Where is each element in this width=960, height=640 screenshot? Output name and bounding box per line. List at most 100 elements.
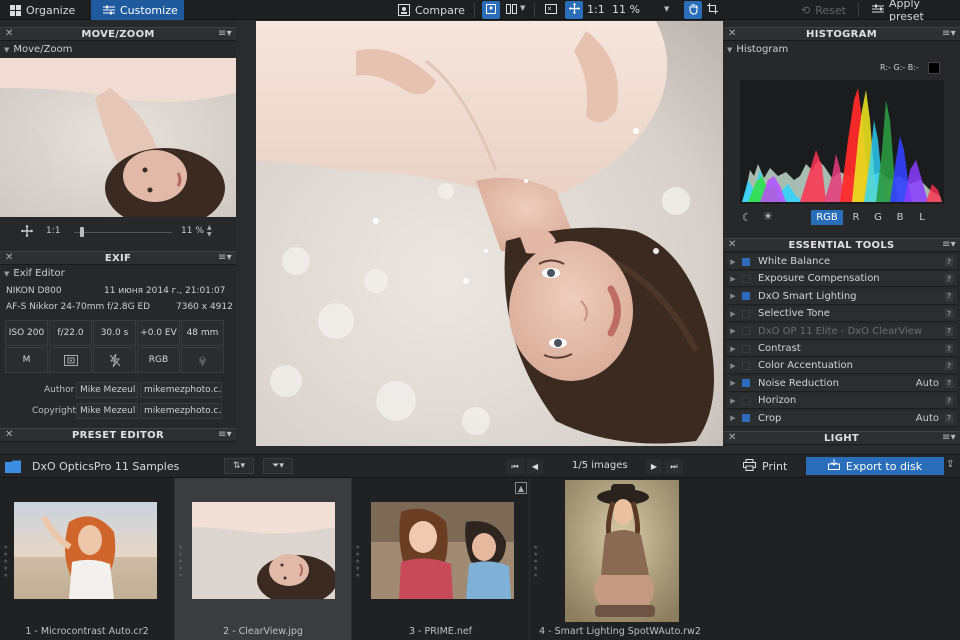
tool-enable-checkbox[interactable] (742, 257, 750, 266)
histogram-subheader[interactable]: ▼ Histogram (727, 44, 788, 55)
reset-button[interactable]: ⟲ Reset (795, 0, 852, 20)
tool-enable-checkbox[interactable] (742, 379, 750, 388)
tool-enable-checkbox[interactable] (742, 274, 750, 283)
zoom-slider-handle[interactable] (80, 227, 84, 237)
histogram-panel-header[interactable]: ✕ HISTOGRAM ≡▾ (723, 27, 960, 41)
apply-preset-button[interactable]: Apply preset (866, 0, 960, 23)
thumbnail-image[interactable] (565, 480, 679, 622)
tool-enable-checkbox[interactable] (742, 309, 750, 318)
move-zoom-panel-header[interactable]: ✕ MOVE/ZOOM ≡▾ (0, 27, 236, 41)
expand-arrow-icon[interactable]: ▶ (727, 362, 739, 370)
zoom-level-select[interactable]: 11 % (612, 3, 640, 16)
expand-arrow-icon[interactable]: ▶ (727, 414, 739, 422)
export-to-disk-button[interactable]: Export to disk (806, 457, 944, 475)
navigator-ratio-button[interactable]: 1:1 (46, 226, 60, 236)
close-icon[interactable]: ✕ (728, 432, 737, 443)
expand-arrow-icon[interactable]: ▶ (727, 379, 739, 387)
single-view-button[interactable] (482, 1, 500, 19)
tool-row[interactable]: ▶ DxO OP 11 Elite - DxO ClearView? (727, 323, 957, 340)
navigator-preview-image[interactable] (0, 58, 236, 217)
channel-rgb-button[interactable]: RGB (811, 210, 843, 225)
expand-arrow-icon[interactable]: ▶ (727, 327, 739, 335)
tool-enable-checkbox[interactable] (742, 327, 750, 336)
print-button[interactable]: Print (737, 458, 793, 475)
expand-arrow-icon[interactable]: ▶ (727, 310, 739, 318)
channel-r-button[interactable]: R (847, 210, 865, 225)
tool-row[interactable]: ▶ White Balance? (727, 254, 957, 270)
author-url-field[interactable]: mikemezphoto.c… (140, 382, 222, 398)
help-icon[interactable]: ? (945, 396, 953, 406)
panel-menu-icon[interactable]: ≡▾ (218, 28, 232, 39)
tool-row[interactable]: ▶ Noise Reduction Auto? (727, 375, 957, 392)
channel-g-button[interactable]: G (869, 210, 887, 225)
zoom-stepper[interactable]: ▲ ▼ (207, 224, 212, 238)
organize-tab[interactable]: Organize (4, 0, 81, 20)
share-icon[interactable]: ⇪ (946, 459, 954, 470)
exif-panel-header[interactable]: ✕ EXIF ≡▾ (0, 251, 236, 265)
expand-arrow-icon[interactable]: ▶ (727, 292, 739, 300)
customize-tab[interactable]: Customize (91, 0, 184, 20)
tool-enable-checkbox[interactable] (742, 292, 750, 301)
help-icon[interactable]: ? (945, 291, 953, 301)
thumbnail-image[interactable] (14, 502, 157, 599)
close-icon[interactable]: ✕ (728, 28, 737, 39)
tool-enable-checkbox[interactable] (742, 396, 750, 405)
expand-arrow-icon[interactable]: ▶ (727, 397, 739, 405)
thumbnail-image[interactable] (371, 502, 514, 599)
fit-screen-button[interactable] (542, 1, 560, 19)
sun-icon[interactable]: ☀ (763, 210, 773, 223)
panel-menu-icon[interactable]: ≡▾ (942, 432, 956, 443)
expand-arrow-icon[interactable]: ▶ (727, 345, 739, 353)
tool-row[interactable]: ▶ Color Accentuation? (727, 358, 957, 375)
close-icon[interactable]: ✕ (728, 239, 737, 250)
exif-editor-subheader[interactable]: ▼ Exif Editor (4, 268, 65, 279)
help-icon[interactable]: ? (945, 309, 953, 319)
rating-stars[interactable]: ★ ★ ★ ★ ★ (533, 544, 538, 579)
previous-image-button[interactable]: ◀ (527, 459, 543, 474)
next-image-button[interactable]: ▶ (646, 459, 662, 474)
help-icon[interactable]: ? (945, 344, 953, 353)
help-icon[interactable]: ? (945, 326, 953, 336)
help-icon[interactable]: ? (945, 413, 953, 423)
close-icon[interactable]: ✕ (5, 252, 14, 263)
help-icon[interactable]: ? (945, 378, 953, 388)
panel-menu-icon[interactable]: ≡▾ (942, 28, 956, 39)
tool-enable-checkbox[interactable] (742, 361, 750, 370)
channel-b-button[interactable]: B (891, 210, 909, 225)
thumbnail-cell[interactable]: ▲ ★ ★ ★ ★ ★ 3 - PRIME.nef (352, 478, 530, 640)
expand-arrow-icon[interactable]: ▶ (727, 275, 739, 283)
author-field[interactable]: Mike Mezeul II (76, 382, 138, 398)
tool-row[interactable]: ▶ Horizon? (727, 393, 957, 410)
thumbnail-image[interactable] (192, 502, 335, 599)
ratio-1to1-button[interactable]: 1:1 (587, 3, 605, 16)
split-view-button[interactable] (502, 1, 520, 19)
thumbnail-cell[interactable]: ★ ★ ★ ★ ★ 2 - ClearView.jpg (175, 478, 352, 640)
channel-l-button[interactable]: L (913, 210, 931, 225)
thumbnail-cell[interactable]: ★ ★ ★ ★ ★ 1 - Microcontrast Auto.cr2 (0, 478, 175, 640)
sort-button[interactable]: ⇅▾ (224, 458, 254, 474)
hand-tool-button[interactable] (684, 1, 702, 19)
help-icon[interactable]: ? (945, 274, 953, 284)
light-panel-header[interactable]: ✕ LIGHT ≡▾ (723, 431, 960, 445)
preset-editor-panel-header[interactable]: ✕ PRESET EDITOR ≡▾ (0, 428, 236, 442)
panel-menu-icon[interactable]: ≡▾ (218, 252, 232, 263)
zoom-dropdown-icon[interactable]: ▼ (664, 5, 669, 13)
compare-button[interactable]: Compare (392, 0, 471, 20)
help-icon[interactable]: ? (945, 361, 953, 371)
thumbnail-cell[interactable]: ★ ★ ★ ★ ★ 4 - Smart Lighting SpotWAuto.rw2 (530, 478, 710, 640)
moon-icon[interactable]: ☾ (742, 211, 752, 224)
move-arrows-icon[interactable] (21, 225, 33, 240)
essential-tools-panel-header[interactable]: ✕ ESSENTIAL TOOLS ≡▾ (723, 238, 960, 252)
move-tool-button[interactable] (565, 1, 583, 19)
tool-enable-checkbox[interactable] (742, 414, 750, 423)
filter-button[interactable]: ⏷▾ (263, 458, 293, 474)
zoom-slider-track[interactable] (74, 232, 172, 233)
split-view-dropdown-icon[interactable]: ▼ (520, 4, 525, 12)
panel-menu-icon[interactable]: ≡▾ (218, 429, 232, 440)
copyright-url-field[interactable]: mikemezphoto.c… (140, 403, 222, 419)
tool-enable-checkbox[interactable] (742, 344, 750, 353)
first-image-button[interactable]: ⏮ (506, 459, 524, 474)
copyright-field[interactable]: Mike Mezeul II (76, 403, 138, 419)
close-icon[interactable]: ✕ (5, 28, 14, 39)
tool-row[interactable]: ▶ Selective Tone? (727, 306, 957, 323)
